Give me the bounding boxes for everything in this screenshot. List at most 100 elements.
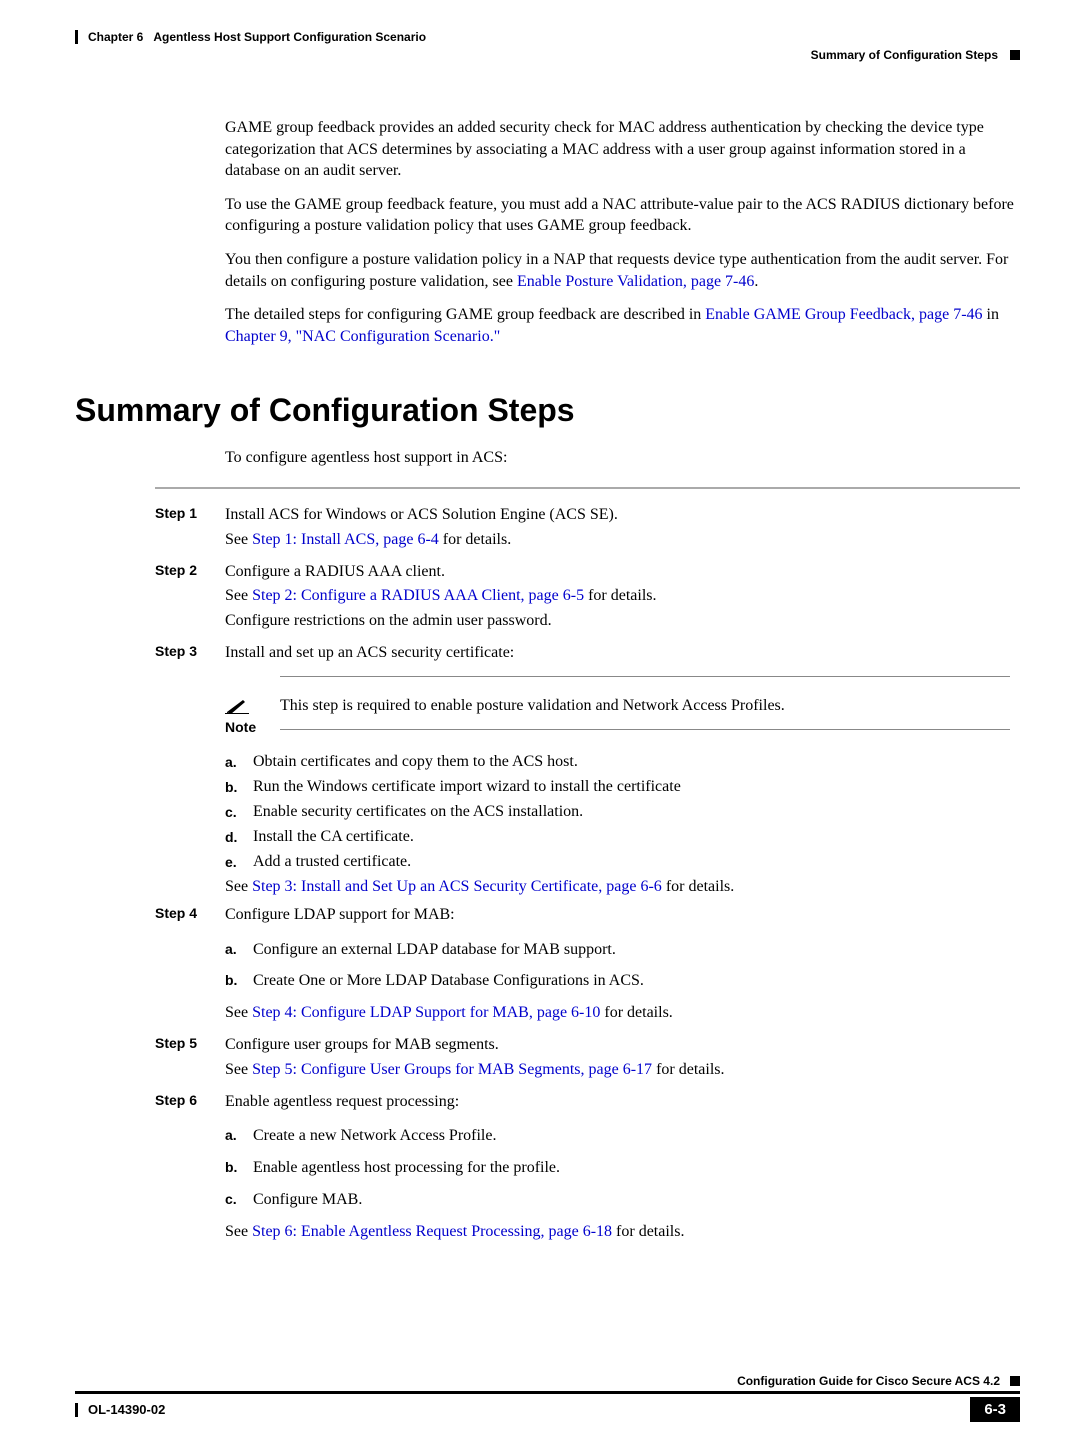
- sub-text: Create a new Network Access Profile.: [253, 1124, 1020, 1149]
- step-label: Step 2: [155, 560, 225, 634]
- sub-label: a.: [225, 938, 253, 963]
- link-step1[interactable]: Step 1: Install ACS, page 6-4: [252, 531, 439, 548]
- step4-sublist: a.Configure an external LDAP database fo…: [225, 938, 1020, 995]
- step-text: Install ACS for Windows or ACS Solution …: [225, 503, 1020, 528]
- step-text: Configure LDAP support for MAB:: [225, 903, 1020, 928]
- list-item: b.Run the Windows certificate import wiz…: [225, 778, 1020, 796]
- step-label: Step 3: [155, 641, 225, 666]
- step-see: See Step 5: Configure User Groups for MA…: [225, 1058, 1020, 1083]
- intro-para-3: You then configure a posture validation …: [225, 249, 1020, 292]
- see-post: for details.: [600, 1004, 672, 1021]
- see-pre: See: [225, 587, 252, 604]
- sub-label: b.: [225, 778, 253, 796]
- see-pre: See: [225, 1004, 252, 1021]
- sub-text: Enable security certificates on the ACS …: [253, 803, 1020, 821]
- link-step4[interactable]: Step 4: Configure LDAP Support for MAB, …: [252, 1004, 600, 1021]
- square-icon: [1010, 1376, 1020, 1386]
- square-icon: [1010, 50, 1020, 60]
- see-pre: See: [225, 531, 252, 548]
- sub-label: e.: [225, 853, 253, 871]
- step-text: Enable agentless request processing:: [225, 1090, 1020, 1115]
- step-text: Install and set up an ACS security certi…: [225, 641, 1020, 666]
- list-item: d.Install the CA certificate.: [225, 828, 1020, 846]
- step-3: Step 3 Install and set up an ACS securit…: [155, 641, 1020, 666]
- guide-title: Configuration Guide for Cisco Secure ACS…: [737, 1374, 1000, 1388]
- see-post: for details.: [612, 1223, 684, 1240]
- see-post: for details.: [584, 587, 656, 604]
- see-post: for details.: [439, 531, 511, 548]
- step-see: See Step 4: Configure LDAP Support for M…: [225, 1001, 1020, 1026]
- sub-text: Run the Windows certificate import wizar…: [253, 778, 1020, 796]
- intro-para-2: To use the GAME group feedback feature, …: [225, 194, 1020, 237]
- sub-label: b.: [225, 969, 253, 994]
- link-game-feedback[interactable]: Enable GAME Group Feedback, page 7-46: [705, 306, 982, 323]
- sub-text: Install the CA certificate.: [253, 828, 1020, 846]
- link-step2[interactable]: Step 2: Configure a RADIUS AAA Client, p…: [252, 587, 584, 604]
- lead-text: To configure agentless host support in A…: [225, 447, 1020, 469]
- sub-label: c.: [225, 1188, 253, 1213]
- sub-text: Obtain certificates and copy them to the…: [253, 753, 1020, 771]
- step-4: Step 4 Configure LDAP support for MAB: a…: [155, 903, 1020, 1026]
- list-item: a.Configure an external LDAP database fo…: [225, 938, 1020, 963]
- step-see: See Step 1: Install ACS, page 6-4 for de…: [225, 528, 1020, 553]
- sub-label: a.: [225, 753, 253, 771]
- see-pre: See: [225, 878, 252, 895]
- note-label: Note: [225, 719, 280, 735]
- step-see: See Step 3: Install and Set Up an ACS Se…: [225, 878, 1020, 896]
- see-pre: See: [225, 1223, 252, 1240]
- link-step3[interactable]: Step 3: Install and Set Up an ACS Securi…: [252, 878, 662, 895]
- link-enable-posture[interactable]: Enable Posture Validation, page 7-46: [517, 273, 754, 290]
- divider: [155, 487, 1020, 489]
- list-item: b.Enable agentless host processing for t…: [225, 1156, 1020, 1181]
- step-extra: Configure restrictions on the admin user…: [225, 609, 1020, 634]
- see-post: for details.: [652, 1061, 724, 1078]
- step-label: Step 1: [155, 503, 225, 553]
- pencil-icon: [225, 696, 249, 714]
- chapter-header: Chapter 6 Agentless Host Support Configu…: [75, 30, 1020, 44]
- sub-label: a.: [225, 1124, 253, 1149]
- intro-content: GAME group feedback provides an added se…: [225, 117, 1020, 347]
- list-item: a.Obtain certificates and copy them to t…: [225, 753, 1020, 771]
- list-item: a.Create a new Network Access Profile.: [225, 1124, 1020, 1149]
- steps-list: Step 1 Install ACS for Windows or ACS So…: [155, 503, 1020, 1245]
- step-see: See Step 6: Enable Agentless Request Pro…: [225, 1220, 1020, 1245]
- step6-sublist: a.Create a new Network Access Profile. b…: [225, 1124, 1020, 1212]
- intro-p4-a: The detailed steps for configuring GAME …: [225, 306, 705, 323]
- section-title: Summary of Configuration Steps: [811, 48, 998, 62]
- sub-text: Add a trusted certificate.: [253, 853, 1020, 871]
- sub-text: Create One or More LDAP Database Configu…: [253, 969, 1020, 994]
- list-item: b.Create One or More LDAP Database Confi…: [225, 969, 1020, 994]
- sub-text: Configure MAB.: [253, 1188, 1020, 1213]
- step-1: Step 1 Install ACS for Windows or ACS So…: [155, 503, 1020, 553]
- step-5: Step 5 Configure user groups for MAB seg…: [155, 1033, 1020, 1083]
- section-header-right: Summary of Configuration Steps: [75, 48, 1020, 62]
- sub-label: c.: [225, 803, 253, 821]
- chapter-title: Agentless Host Support Configuration Sce…: [153, 30, 426, 44]
- see-post: for details.: [662, 878, 734, 895]
- intro-para-4: The detailed steps for configuring GAME …: [225, 304, 1020, 347]
- step-label: Step 4: [155, 903, 225, 1026]
- sub-text: Configure an external LDAP database for …: [253, 938, 1020, 963]
- link-chapter9[interactable]: Chapter 9, "NAC Configuration Scenario.": [225, 328, 500, 345]
- header-bar-icon: [75, 30, 78, 44]
- list-item: e.Add a trusted certificate.: [225, 853, 1020, 871]
- sub-label: d.: [225, 828, 253, 846]
- step-text: Configure user groups for MAB segments.: [225, 1033, 1020, 1058]
- step3-sublist: a.Obtain certificates and copy them to t…: [225, 753, 1020, 871]
- link-step5[interactable]: Step 5: Configure User Groups for MAB Se…: [252, 1061, 652, 1078]
- step-label: Step 5: [155, 1033, 225, 1083]
- step-label: Step 6: [155, 1090, 225, 1245]
- see-pre: See: [225, 1061, 252, 1078]
- step-2: Step 2 Configure a RADIUS AAA client. Se…: [155, 560, 1020, 634]
- sub-text: Enable agentless host processing for the…: [253, 1156, 1020, 1181]
- intro-p3-end: .: [754, 273, 758, 290]
- list-item: c.Configure MAB.: [225, 1188, 1020, 1213]
- chapter-label: Chapter 6: [88, 30, 143, 44]
- footer-divider: [75, 1391, 1020, 1394]
- list-item: c.Enable security certificates on the AC…: [225, 803, 1020, 821]
- page-title: Summary of Configuration Steps: [75, 392, 1020, 429]
- page-footer: Configuration Guide for Cisco Secure ACS…: [75, 1374, 1020, 1422]
- link-step6[interactable]: Step 6: Enable Agentless Request Process…: [252, 1223, 612, 1240]
- doc-number: OL-14390-02: [88, 1402, 165, 1417]
- note-text: This step is required to enable posture …: [280, 676, 1010, 730]
